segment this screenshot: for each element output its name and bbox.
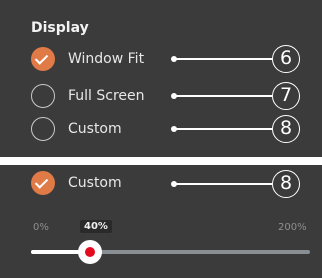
full-screen-label[interactable]: Full Screen [68,87,145,105]
custom-radio[interactable] [31,117,55,141]
slider-value-badge: 40% [80,220,112,233]
callout-line [174,58,272,60]
callout-number-badge: 7 [272,82,300,110]
callout-line [174,183,272,185]
callout-line [174,95,272,97]
slider-max-label: 200% [278,222,307,233]
custom-label[interactable]: Custom [68,174,122,192]
display-heading: Display [31,20,89,36]
window-fit-label[interactable]: Window Fit [68,50,144,68]
callout-number-badge: 8 [272,115,300,143]
callout-line [174,128,272,130]
display-settings-panel: Display Window Fit 6 Full Screen 7 Custo… [0,0,322,157]
zoom-slider-track[interactable] [31,250,310,254]
custom-label[interactable]: Custom [68,120,122,138]
custom-radio-selected[interactable] [31,171,55,195]
slider-min-label: 0% [33,222,49,233]
callout-number-badge: 6 [272,45,300,73]
full-screen-radio[interactable] [31,84,55,108]
callout-number-badge: 8 [272,170,300,198]
window-fit-radio[interactable] [31,47,55,71]
